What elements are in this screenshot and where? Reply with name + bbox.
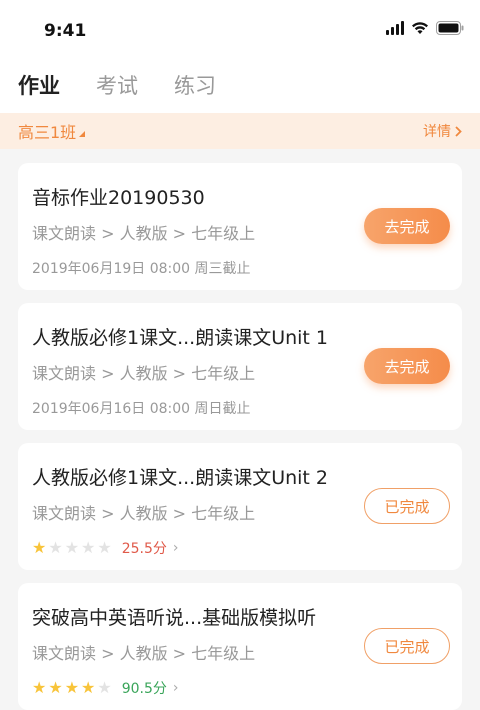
score: 90.5分 — [121, 681, 167, 697]
class-selector[interactable]: 高三1班 — [18, 119, 86, 143]
dropdown-triangle-icon — [79, 131, 86, 137]
assignment-title: 人教版必修1课文...朗读课文Unit 2 — [32, 467, 329, 489]
star-empty-icon: ★ — [97, 678, 112, 697]
star-filled-icon: ★ — [48, 678, 63, 697]
assignment-result[interactable]: ★ ★ ★ ★ ★ 90.5分 › — [32, 678, 448, 698]
assignment-list: 音标作业20190530 课文朗读 > 人教版 > 七年级上 2019年06月1… — [0, 149, 480, 710]
star-rating: ★ ★ ★ ★ ★ — [32, 540, 112, 556]
tab-bar: 作业 考试 练习 — [18, 70, 216, 100]
star-empty-icon: ★ — [48, 538, 63, 557]
go-complete-button[interactable]: 去完成 — [364, 208, 450, 244]
assignment-deadline: 2019年06月19日 08:00 周三截止 — [32, 261, 251, 277]
battery-icon — [436, 21, 464, 35]
class-name: 高三1班 — [18, 123, 77, 142]
star-filled-icon: ★ — [32, 538, 47, 557]
score: 25.5分 — [121, 541, 167, 557]
assignment-title: 人教版必修1课文...朗读课文Unit 1 — [32, 327, 329, 349]
tab-homework[interactable]: 作业 — [18, 70, 60, 100]
star-filled-icon: ★ — [64, 678, 80, 697]
go-complete-button[interactable]: 去完成 — [364, 348, 450, 384]
star-empty-icon: ★ — [81, 538, 96, 557]
completed-button[interactable]: 已完成 — [364, 488, 450, 524]
assignment-deadline: 2019年06月16日 08:00 周日截止 — [32, 401, 251, 417]
assignment-card[interactable]: 音标作业20190530 课文朗读 > 人教版 > 七年级上 2019年06月1… — [18, 163, 462, 290]
class-bar: 高三1班 详情 — [0, 113, 480, 149]
completed-button[interactable]: 已完成 — [364, 628, 450, 664]
star-empty-icon: ★ — [97, 538, 112, 557]
chevron-right-icon: › — [172, 680, 179, 696]
wifi-icon — [412, 22, 428, 34]
star-empty-icon: ★ — [64, 538, 80, 557]
header: 9:41 作业 考试 练习 — [0, 0, 480, 113]
assignment-card[interactable]: 人教版必修1课文...朗读课文Unit 2 课文朗读 > 人教版 > 七年级上 … — [18, 443, 462, 570]
assignment-result[interactable]: ★ ★ ★ ★ ★ 25.5分 › — [32, 538, 448, 558]
assignment-card[interactable]: 突破高中英语听说...基础版模拟听 课文朗读 > 人教版 > 七年级上 ★ ★ … — [18, 583, 462, 710]
details-label: 详情 — [423, 124, 451, 140]
star-rating: ★ ★ ★ ★ ★ — [32, 680, 112, 696]
cellular-signal-icon — [386, 21, 404, 35]
assignment-card[interactable]: 人教版必修1课文...朗读课文Unit 1 课文朗读 > 人教版 > 七年级上 … — [18, 303, 462, 430]
star-filled-icon: ★ — [32, 678, 47, 697]
status-icons — [386, 21, 464, 35]
tab-practice[interactable]: 练习 — [174, 70, 216, 100]
assignment-title: 音标作业20190530 — [32, 187, 205, 209]
tab-exam[interactable]: 考试 — [96, 70, 138, 100]
status-time: 9:41 — [44, 21, 87, 41]
status-bar: 9:41 — [0, 0, 480, 64]
assignment-title: 突破高中英语听说...基础版模拟听 — [32, 607, 317, 629]
chevron-right-icon — [455, 125, 462, 137]
star-filled-icon: ★ — [81, 678, 96, 697]
details-link[interactable]: 详情 — [423, 121, 462, 141]
chevron-right-icon: › — [172, 540, 179, 556]
